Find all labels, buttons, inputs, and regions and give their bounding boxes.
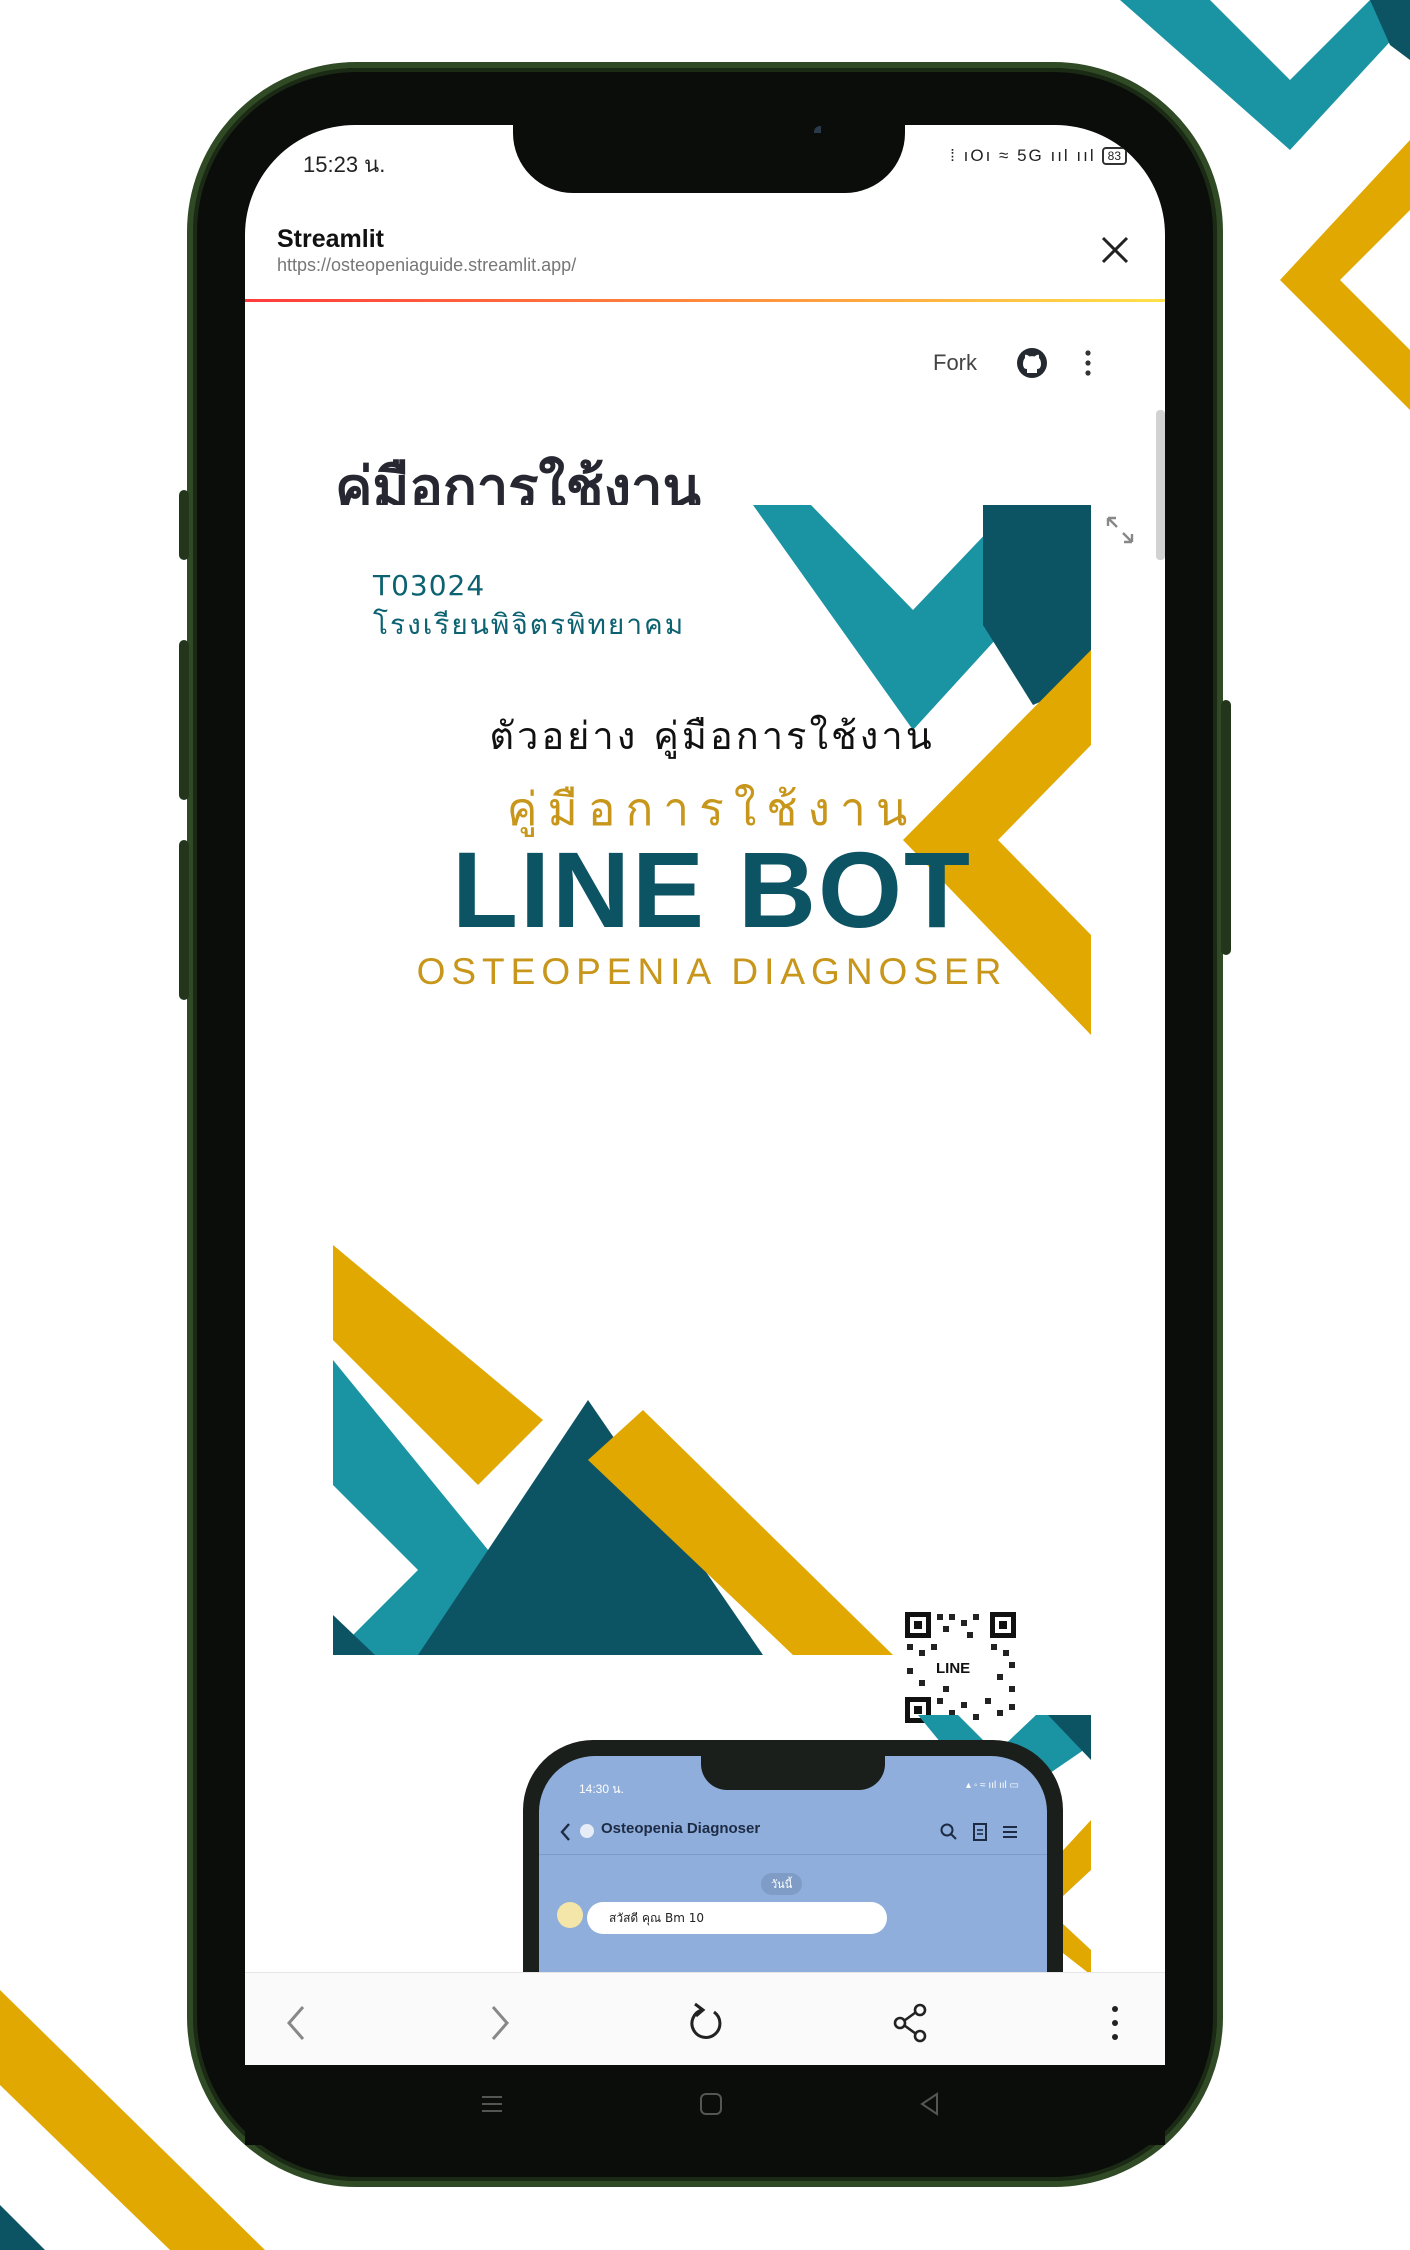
school-name: โรงเรียนพิจิตรพิทยาคม: [373, 608, 686, 641]
sample-title: ตัวอย่าง คู่มือการใช้งาน: [489, 714, 935, 758]
school-code: T03024: [373, 569, 486, 602]
fullscreen-expand-icon[interactable]: [1105, 515, 1135, 545]
more-vertical-icon[interactable]: [1093, 2001, 1137, 2045]
camera-icon: [814, 126, 821, 133]
battery-icon: 83: [1101, 147, 1127, 165]
browser-site-title: Streamlit: [277, 225, 384, 253]
mini-chat-title: Osteopenia Diagnoser: [601, 1820, 761, 1837]
product-name: LINE BOT: [452, 829, 972, 950]
mini-notch: [701, 1756, 885, 1790]
mini-menu-icon: [1003, 1826, 1017, 1838]
manual-cover-image: T03024 โรงเรียนพิจิตรพิทยาคม ตัวอย่าง คู…: [333, 505, 1091, 2063]
mini-avatar: [557, 1902, 583, 1928]
back-triangle-icon[interactable]: [915, 2089, 945, 2119]
scrollbar[interactable]: [1156, 410, 1165, 560]
status-time: 15:23 น.: [303, 152, 386, 177]
signal-icons: ⁞ ıOı ≈ 5G ııl ııl: [950, 146, 1096, 165]
chevron-left-icon[interactable]: [275, 2001, 319, 2045]
phone-screen: 15:23 น. ⁞ ıOı ≈ 5G ııl ııl 83 Streamlit…: [245, 125, 1165, 2063]
browser-bottom-nav: [245, 1972, 1165, 2066]
recent-apps-icon[interactable]: [477, 2089, 507, 2119]
mini-day-label: วันนี้: [761, 1873, 803, 1895]
close-icon[interactable]: [1095, 230, 1135, 270]
mini-time: 14:30 น.: [579, 1782, 624, 1796]
phone-notch: [513, 125, 905, 193]
browser-progress-line: [245, 299, 1165, 302]
manual-bottom-left-shapes: [333, 1245, 893, 1655]
share-icon[interactable]: [889, 2001, 933, 2045]
browser-url[interactable]: https://osteopeniaguide.streamlit.app/: [277, 255, 576, 276]
phone-volume-down: [179, 840, 189, 1000]
mini-shield-icon: [580, 1824, 594, 1838]
home-icon[interactable]: [696, 2089, 726, 2119]
phone-power-button: [1221, 700, 1231, 955]
qr-line-label: LINE: [936, 1660, 971, 1677]
fork-button[interactable]: Fork: [933, 350, 977, 376]
mini-status: ▴ ◦ ≈ ııl ııl ▭: [966, 1780, 1019, 1791]
product-subtitle: OSTEOPENIA DIAGNOSER: [416, 951, 1008, 992]
mini-search-icon: [940, 1823, 957, 1840]
system-nav-bar: [245, 2065, 1165, 2145]
mini-message-bubble: สวัสดี คุณ Bm 10: [587, 1902, 887, 1934]
mini-notes-icon: [973, 1823, 987, 1841]
page-root: { "status_bar": { "time": "15:23 น.", "i…: [0, 0, 1410, 2250]
phone-side-button: [179, 490, 189, 560]
status-indicators: ⁞ ıOı ≈ 5G ııl ııl 83: [950, 146, 1127, 166]
phone-volume-up: [179, 640, 189, 800]
chevron-right-icon[interactable]: [477, 2001, 521, 2045]
github-icon[interactable]: [1016, 347, 1048, 379]
reload-icon[interactable]: [683, 2001, 727, 2045]
mini-back-icon: [560, 1823, 570, 1841]
more-vertical-icon[interactable]: [1081, 347, 1095, 379]
